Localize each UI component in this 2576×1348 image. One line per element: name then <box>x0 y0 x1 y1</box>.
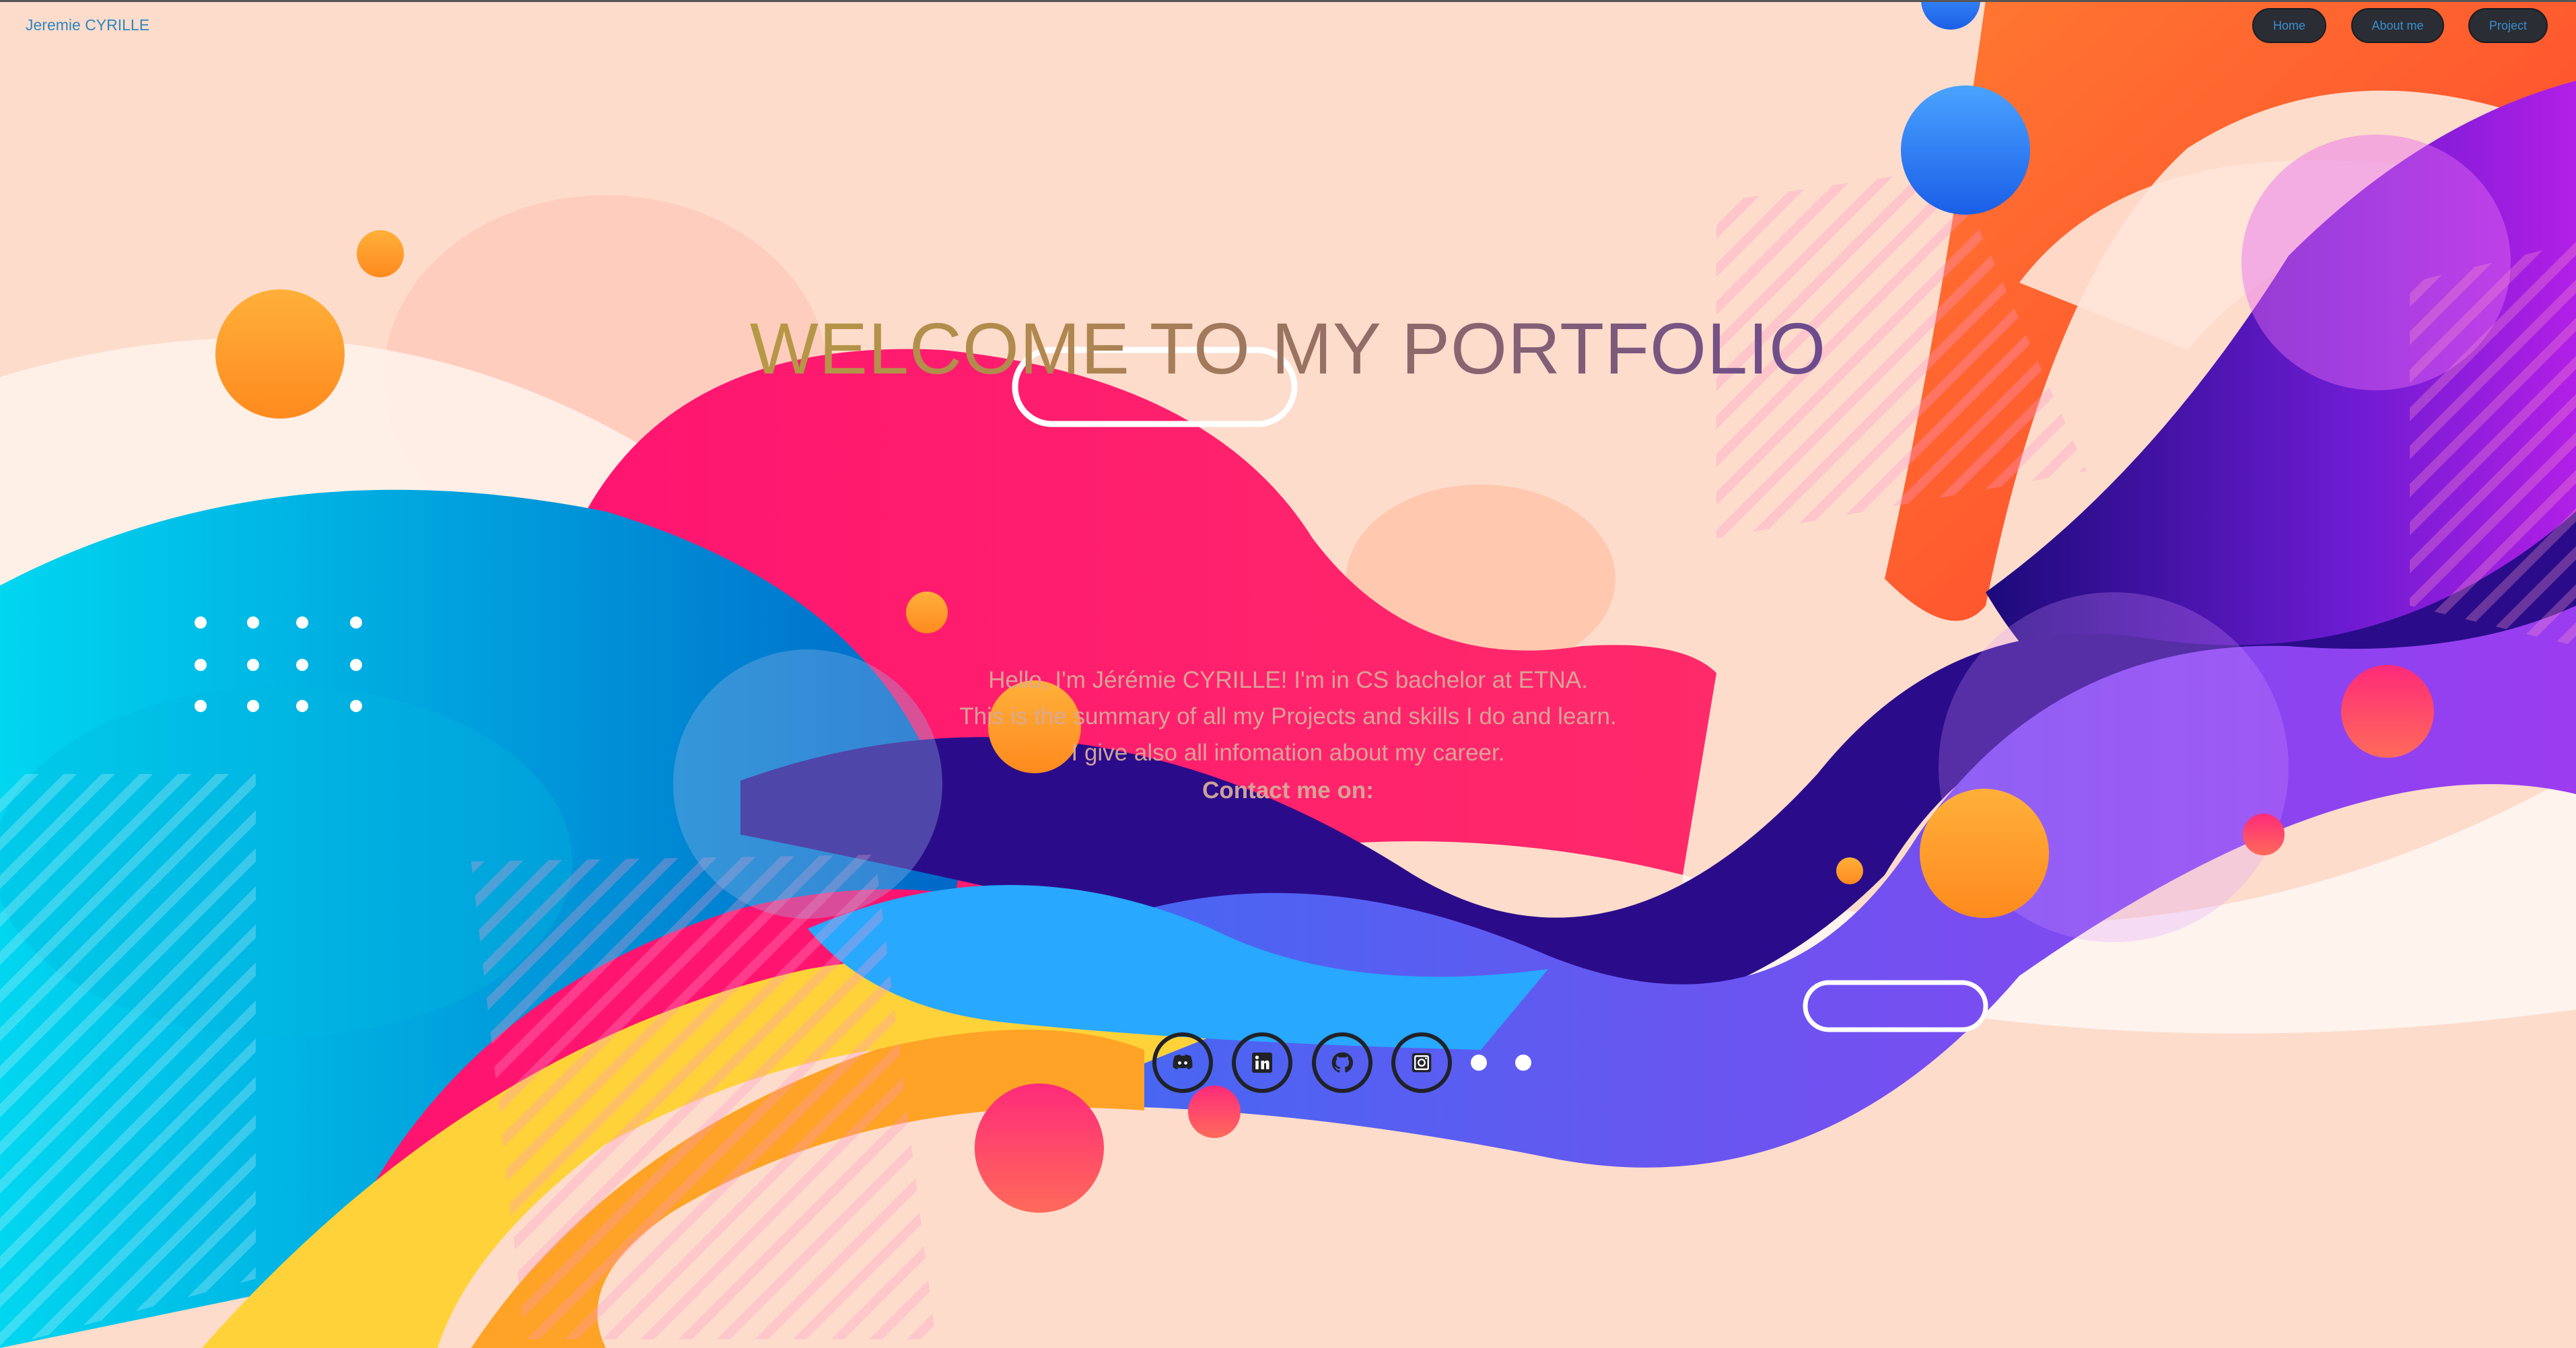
instagram-link-button[interactable] <box>1391 1032 1452 1093</box>
discord-link-button[interactable] <box>1152 1032 1213 1093</box>
intro-line-1: Hello, I'm Jérémie CYRILLE! I'm in CS ba… <box>988 667 1588 693</box>
intro-line-3: I give also all infomation about my care… <box>1071 740 1505 766</box>
contact-label: Contact me on: <box>1202 777 1374 804</box>
github-icon <box>1331 1052 1354 1073</box>
site-brand-link[interactable]: Jeremie CYRILLE <box>26 16 149 34</box>
intro-line-2: This is the summary of all my Projects a… <box>959 703 1617 730</box>
nav-project-button[interactable]: Project <box>2468 8 2548 43</box>
instagram-icon <box>1412 1053 1432 1073</box>
page-title: WELCOME TO MY PORTFOLIO <box>749 308 1827 389</box>
github-link-button[interactable] <box>1312 1032 1372 1093</box>
nav-home-button[interactable]: Home <box>2252 8 2326 43</box>
nav-about-button[interactable]: About me <box>2351 8 2444 43</box>
discord-icon <box>1173 1055 1193 1070</box>
linkedin-icon <box>1252 1053 1272 1073</box>
top-border <box>0 0 2576 2</box>
linkedin-link-button[interactable] <box>1232 1032 1292 1093</box>
